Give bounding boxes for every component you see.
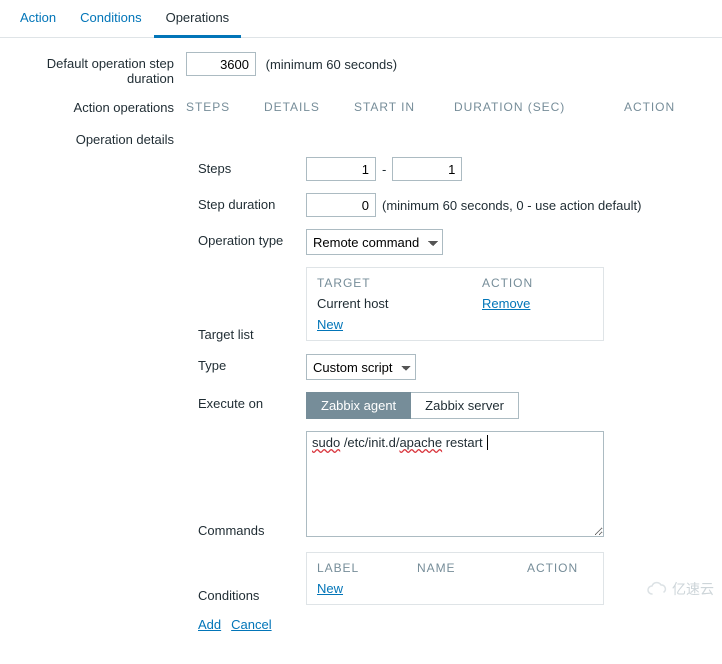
add-link[interactable]: Add <box>198 617 221 632</box>
cond-col-name: NAME <box>417 561 527 575</box>
target-remove-link[interactable]: Remove <box>482 296 530 311</box>
col-steps: STEPS <box>186 100 264 114</box>
col-start-in: START IN <box>354 100 454 114</box>
label-target-list: Target list <box>198 267 306 342</box>
input-default-duration[interactable] <box>186 52 256 76</box>
select-operation-type[interactable]: Remote command <box>306 229 443 255</box>
target-new-link[interactable]: New <box>317 317 343 332</box>
label-operation-details: Operation details <box>8 128 186 147</box>
col-details: DETAILS <box>264 100 354 114</box>
cloud-icon <box>646 581 668 597</box>
label-execute-on: Execute on <box>198 392 306 411</box>
target-col-action: ACTION <box>482 276 533 290</box>
tab-bar: Action Conditions Operations <box>0 0 722 38</box>
watermark: 亿速云 <box>646 579 714 599</box>
target-list-box: TARGET ACTION Current host Remove New <box>306 267 604 341</box>
input-step-to[interactable] <box>392 157 462 181</box>
commands-textarea[interactable] <box>306 431 604 537</box>
label-operation-type: Operation type <box>198 229 306 248</box>
hint-default-duration: (minimum 60 seconds) <box>266 57 398 72</box>
cond-new-link[interactable]: New <box>317 581 343 596</box>
col-action: ACTION <box>624 100 695 114</box>
label-step-duration: Step duration <box>198 193 306 212</box>
execute-on-server[interactable]: Zabbix server <box>411 392 519 419</box>
operations-table-header: STEPS DETAILS START IN DURATION (SEC) AC… <box>186 96 714 118</box>
execute-on-agent[interactable]: Zabbix agent <box>306 392 411 419</box>
target-row-value: Current host <box>317 296 482 311</box>
label-default-duration: Default operation step duration <box>8 52 186 86</box>
label-commands: Commands <box>198 431 306 538</box>
label-action-operations: Action operations <box>8 96 186 115</box>
select-type[interactable]: Custom script <box>306 354 416 380</box>
execute-on-group: Zabbix agent Zabbix server <box>306 392 519 419</box>
form-area: Default operation step duration (minimum… <box>0 38 722 664</box>
cond-col-action: ACTION <box>527 561 578 575</box>
col-duration: DURATION (SEC) <box>454 100 624 114</box>
label-conditions: Conditions <box>198 552 306 603</box>
operation-details-block: Steps - Step duration (minimum 60 second… <box>198 157 714 632</box>
label-steps: Steps <box>198 157 306 176</box>
hint-step-duration: (minimum 60 seconds, 0 - use action defa… <box>382 198 641 213</box>
cond-col-label: LABEL <box>317 561 417 575</box>
input-step-duration[interactable] <box>306 193 376 217</box>
cancel-link[interactable]: Cancel <box>231 617 271 632</box>
tab-conditions[interactable]: Conditions <box>68 0 153 37</box>
label-type: Type <box>198 354 306 373</box>
tab-operations[interactable]: Operations <box>154 0 242 38</box>
tab-action[interactable]: Action <box>8 0 68 37</box>
input-step-from[interactable] <box>306 157 376 181</box>
target-col-target: TARGET <box>317 276 482 290</box>
conditions-box: LABEL NAME ACTION New <box>306 552 604 605</box>
steps-dash: - <box>382 162 386 177</box>
